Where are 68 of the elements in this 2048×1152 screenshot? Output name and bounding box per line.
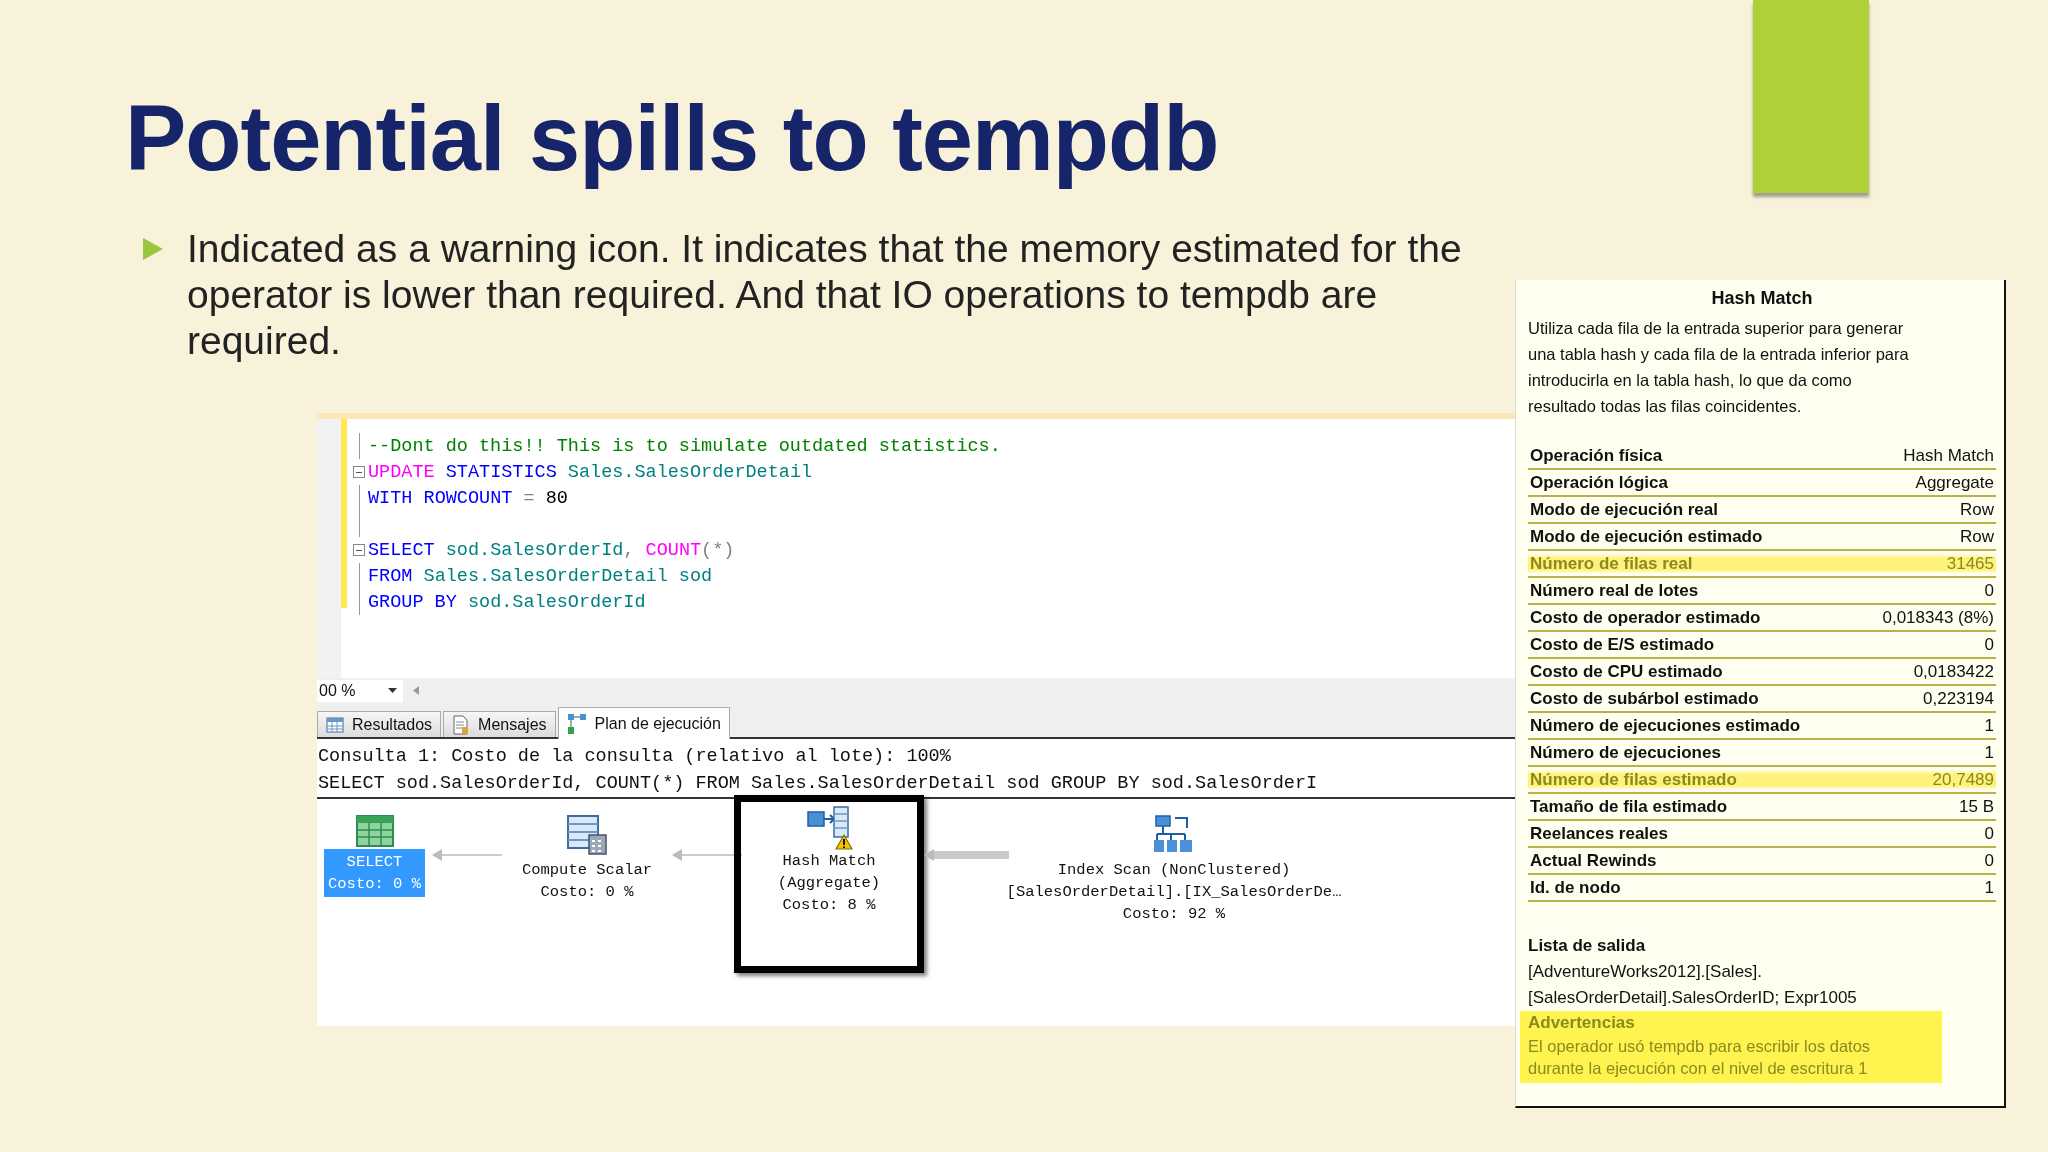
plan-node-label[interactable]: Compute Scalar Costo: 0 % (517, 857, 657, 906)
property-value: 0 (1984, 823, 1994, 844)
code-line: WITH ROWCOUNT = 80 (368, 487, 568, 509)
property-label: Número de ejecuciones (1530, 742, 1721, 763)
property-value: 0,223194 (1923, 688, 1994, 709)
code-line: SELECT sod.SalesOrderId, COUNT(*) (368, 539, 735, 561)
collapse-icon[interactable] (353, 466, 365, 479)
property-value: 1 (1984, 715, 1994, 736)
warnings-title: Advertencias (1528, 1012, 1636, 1034)
property-value: 0,0183422 (1913, 661, 1994, 682)
zoom-dropdown[interactable]: 00 % (317, 679, 403, 702)
query-header: Consulta 1: Costo de la consulta (relativo al lote): 100% (318, 745, 952, 770)
output-list-title: Lista de salida (1528, 935, 1647, 957)
results-tab[interactable]: Mensajes (443, 711, 556, 738)
property-value: 0,018343 (8%) (1882, 607, 1994, 628)
bullet-icon (143, 238, 163, 261)
code-line: UPDATE STATISTICS Sales.SalesOrderDetail (368, 461, 813, 483)
property-label: Número de ejecuciones estimado (1530, 715, 1801, 736)
warning-text: El operador usó tempdb para escribir los datos durante la ejecución con el nivel de escritura 1 (1528, 1036, 1872, 1079)
property-value: 0 (1984, 580, 1994, 601)
property-label: Costo de operador estimado (1530, 607, 1761, 628)
property-label: Costo de CPU estimado (1530, 661, 1723, 682)
property-label: Actual Rewinds (1530, 850, 1657, 871)
query-header: SELECT sod.SalesOrderId, COUNT(*) FROM Sales.SalesOrderDetail sod GROUP BY sod.SalesOrderI (318, 772, 1319, 797)
results-tab[interactable]: Plan de ejecución (557, 707, 730, 740)
property-label: Operación lógica (1530, 472, 1668, 493)
output-list-line: [AdventureWorks2012].[Sales]. (1528, 961, 1764, 983)
document-icon (452, 714, 471, 735)
property-value: 15 B (1959, 796, 1994, 817)
tooltip-description: Utiliza cada fila de la entrada superior para generar una tabla hash y cada fila de la entrada inferior para introducirla en la tabla hash, lo que da como resultado todas las filas coincidentes. (1528, 318, 1910, 417)
property-label: Modo de ejecución real (1530, 499, 1718, 520)
property-value: 20,7489 (1932, 769, 1994, 790)
tooltip-title: Hash Match (1710, 288, 1814, 309)
slide-title: Potential spills to tempdb (125, 86, 1219, 191)
collapse-icon[interactable] (353, 544, 365, 557)
table-icon (355, 815, 394, 848)
plan-icon (566, 712, 587, 735)
property-value: 1 (1984, 877, 1994, 898)
warning-icon (835, 834, 853, 851)
property-value: Row (1960, 526, 1994, 547)
property-label: Tamaño de fila estimado (1530, 796, 1728, 817)
property-value: Row (1960, 499, 1994, 520)
property-value: 1 (1984, 742, 1994, 763)
property-label: Operación física (1530, 445, 1663, 466)
property-value: Aggregate (1915, 472, 1994, 493)
property-label: Costo de E/S estimado (1530, 634, 1715, 655)
property-label: Número de filas real (1530, 553, 1693, 574)
code-line: --Dont do this!! This is to simulate outdated statistics. (368, 435, 1001, 457)
flow-arrow (432, 849, 502, 862)
bullet-text: Indicated as a warning icon. It indicates that the memory estimated for the operator is lower than required. And that IO operations to tempdb are required. (187, 226, 1463, 365)
property-label: Costo de subárbol estimado (1530, 688, 1759, 709)
property-label: Modo de ejecución estimado (1530, 526, 1763, 547)
plan-node-label[interactable]: Index Scan (NonClustered) [SalesOrderDetail].[IX_SalesOrderDe… Costo: 92 % (1002, 857, 1346, 928)
property-label: Reelances reales (1530, 823, 1668, 844)
property-label: Id. de nodo (1530, 877, 1621, 898)
property-value: 31465 (1946, 553, 1994, 574)
output-list-line: [SalesOrderDetail].SalesOrderID; Expr1005 (1528, 987, 1858, 1009)
property-label: Número de filas estimado (1530, 769, 1737, 790)
code-line: FROM Sales.SalesOrderDetail sod (368, 565, 713, 587)
code-line: GROUP BY sod.SalesOrderId (368, 591, 646, 613)
property-label: Número real de lotes (1530, 580, 1699, 601)
calculator-table-icon (567, 815, 607, 856)
property-value: 0 (1984, 850, 1994, 871)
grid-icon (326, 716, 344, 733)
property-value: 0 (1984, 634, 1994, 655)
results-tab[interactable]: Resultados (317, 711, 442, 738)
property-value: Hash Match (1903, 445, 1994, 466)
caret-icon (388, 688, 397, 694)
